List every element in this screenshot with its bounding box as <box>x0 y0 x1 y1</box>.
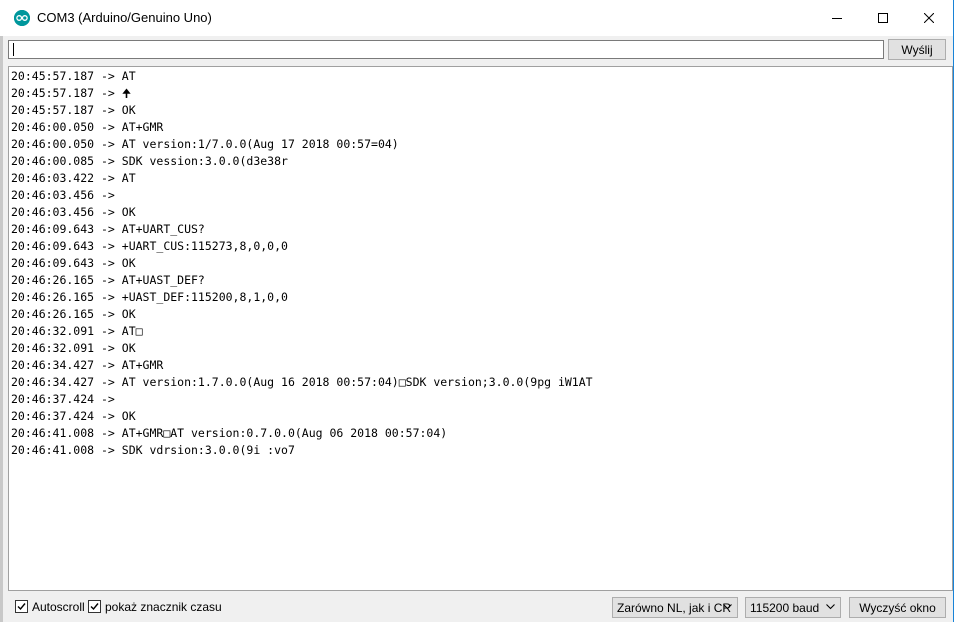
log-line: 20:46:41.008 -> SDK vdrsion:3.0.0(9i :vo… <box>11 443 295 457</box>
text-caret <box>13 43 14 56</box>
log-line: 20:46:41.008 -> AT+GMR□AT version:0.7.0.… <box>11 426 448 440</box>
minimize-button[interactable] <box>814 0 860 36</box>
log-line: 20:46:03.456 -> <box>11 188 122 202</box>
line-ending-value: Zarówno NL, jak i CR <box>617 601 732 615</box>
maximize-button[interactable] <box>860 0 906 36</box>
line-ending-select[interactable]: Zarówno NL, jak i CR <box>612 597 738 618</box>
background-window-edge <box>0 36 3 622</box>
show-timestamp-checkbox[interactable] <box>88 600 101 613</box>
log-line: 20:45:57.187 -> 🠉 <box>11 86 132 100</box>
checkmark-icon <box>90 603 99 611</box>
log-line: 20:46:37.424 -> OK <box>11 409 136 423</box>
log-line: 20:46:09.643 -> +UART_CUS:115273,8,0,0,0 <box>11 239 288 253</box>
clear-output-button[interactable]: Wyczyść okno <box>849 597 946 618</box>
maximize-icon <box>878 13 888 23</box>
log-line: 20:46:26.165 -> AT+UAST_DEF? <box>11 273 205 287</box>
log-line: 20:46:09.643 -> OK <box>11 256 136 270</box>
log-line: 20:46:03.422 -> AT <box>11 171 136 185</box>
chevron-down-icon <box>723 604 732 610</box>
log-line: 20:46:26.165 -> OK <box>11 307 136 321</box>
autoscroll-label[interactable]: Autoscroll <box>32 600 85 614</box>
chevron-down-icon <box>826 604 835 610</box>
close-button[interactable] <box>906 0 952 36</box>
close-icon <box>924 13 934 23</box>
minimize-icon <box>832 18 842 19</box>
log-line: 20:46:00.050 -> AT version:1/7.0.0(Aug 1… <box>11 137 399 151</box>
serial-output-area[interactable]: 20:45:57.187 -> AT 20:45:57.187 -> 🠉 20:45… <box>8 66 953 591</box>
autoscroll-checkbox[interactable] <box>15 600 28 613</box>
log-line: 20:46:32.091 -> AT□ <box>11 324 143 338</box>
log-line: 20:46:09.643 -> AT+UART_CUS? <box>11 222 205 236</box>
log-line: 20:46:34.427 -> AT+GMR <box>11 358 164 372</box>
log-line: 20:46:26.165 -> +UAST_DEF:115200,8,1,0,0 <box>11 290 288 304</box>
checkmark-icon <box>17 603 26 611</box>
log-line: 20:46:03.456 -> OK <box>11 205 136 219</box>
log-line: 20:46:37.424 -> <box>11 392 122 406</box>
send-button[interactable]: Wyślij <box>888 39 946 60</box>
log-line: 20:46:00.050 -> AT+GMR <box>11 120 164 134</box>
show-timestamp-label[interactable]: pokaż znacznik czasu <box>105 600 222 614</box>
serial-monitor-window: COM3 (Arduino/Genuino Uno) Wyślij 20:45:… <box>0 0 954 622</box>
log-line: 20:46:32.091 -> OK <box>11 341 136 355</box>
arduino-logo-icon <box>14 10 30 26</box>
baud-rate-value: 115200 baud <box>750 601 820 615</box>
log-line: 20:46:34.427 -> AT version:1.7.0.0(Aug 1… <box>11 375 593 389</box>
baud-rate-select[interactable]: 115200 baud <box>745 597 841 618</box>
log-line: 20:46:00.085 -> SDK vession:3.0.0(d3e38r <box>11 154 288 168</box>
send-input[interactable] <box>8 40 884 59</box>
title-bar[interactable]: COM3 (Arduino/Genuino Uno) <box>0 0 953 36</box>
window-title: COM3 (Arduino/Genuino Uno) <box>37 10 212 25</box>
log-line: 20:45:57.187 -> AT <box>11 69 136 83</box>
log-line: 20:45:57.187 -> OK <box>11 103 136 117</box>
